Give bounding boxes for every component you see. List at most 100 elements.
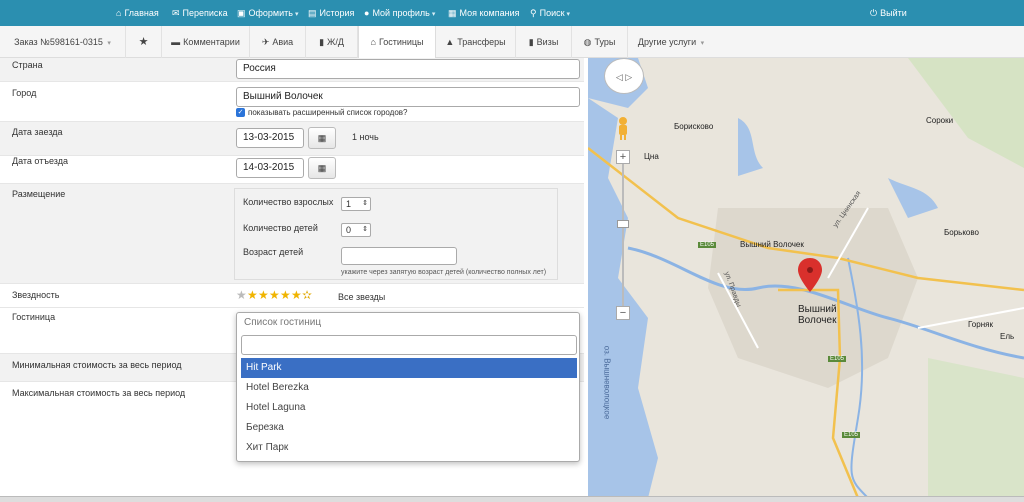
top-navbar: ⌂ Главная ✉ Переписка ▣ Оформить ▾ ▤ История …: [0, 0, 1024, 26]
country-label: Страна: [12, 60, 43, 70]
tab-visas-label: Визы: [536, 37, 559, 47]
placement-label: Размещение: [12, 189, 66, 199]
hotel-option[interactable]: Hit Park: [241, 358, 577, 378]
map-label-borkovo: Борьково: [944, 228, 979, 237]
pegman-control[interactable]: [616, 116, 630, 140]
map-label-gornyak: Горняк: [968, 320, 993, 329]
road-badge: E105: [842, 432, 861, 438]
tab-comments[interactable]: ▬ Комментарии: [162, 26, 250, 58]
hotel-select-dropdown[interactable]: Список гостиниц Hit Park Hotel Berezka H…: [236, 312, 580, 462]
stars-row: Звездность ★★★★★★✫ Все звезды: [0, 284, 584, 308]
nav-history[interactable]: ▤ История: [308, 0, 354, 26]
service-tabs: Заказ №598161-0315 ▾ ★ ▬ Комментарии ✈ Ави…: [0, 26, 1024, 59]
checkout-label: Дата отъезда: [12, 156, 68, 166]
hotel-option[interactable]: Березка: [241, 418, 577, 438]
logout-label: Выйти: [880, 8, 907, 18]
nav-search[interactable]: ⚲ Поиск ▾: [530, 0, 570, 26]
adults-value: 1: [346, 199, 352, 209]
comment-icon: ▬: [171, 37, 181, 47]
order-selector[interactable]: Заказ №598161-0315 ▾: [0, 26, 126, 58]
nav-messages-label: Переписка: [182, 8, 228, 18]
country-field[interactable]: Россия: [236, 59, 580, 79]
tab-rail[interactable]: ▮ Ж/Д: [306, 26, 358, 58]
nav-profile[interactable]: ● Мой профиль ▾: [364, 0, 435, 26]
stars-filter[interactable]: ★★★★★★✫: [236, 288, 313, 302]
tab-avia[interactable]: ✈ Авиа: [250, 26, 306, 58]
calendar-icon: ▦: [317, 133, 327, 143]
extended-cities-label: показывать расширенный список городов?: [248, 108, 408, 117]
city-label: Город: [12, 88, 37, 98]
home-icon: ⌂: [370, 37, 376, 47]
nav-home-label: Главная: [124, 8, 159, 18]
checkin-calendar-button[interactable]: ▦: [308, 127, 336, 149]
nav-search-label: Поиск: [539, 8, 565, 18]
hotel-option[interactable]: Hotel Berezka: [241, 378, 577, 398]
star-icon[interactable]: ★: [269, 288, 280, 302]
map-label-tsna: Цна: [644, 152, 659, 161]
chevron-down-icon: ▾: [700, 40, 705, 47]
home-icon: ⌂: [116, 8, 122, 18]
zoom-out-button[interactable]: −: [616, 306, 630, 320]
logout-link[interactable]: ⏻ Выйти: [870, 0, 907, 26]
zoom-in-button[interactable]: +: [616, 150, 630, 164]
pan-control[interactable]: ◁ ▷: [604, 58, 644, 94]
tab-other-services[interactable]: Другие услуги ▾: [628, 26, 714, 58]
stars-label: Звездность: [12, 290, 60, 300]
nav-messages[interactable]: ✉ Переписка: [172, 0, 228, 26]
checkin-date-input[interactable]: 13-03-2015: [236, 128, 304, 148]
checkout-date-input[interactable]: 14-03-2015: [236, 158, 304, 178]
nav-home[interactable]: ⌂ Главная: [116, 0, 159, 26]
city-row: Город Вышний Волочек ✓ показывать расшир…: [0, 82, 584, 122]
children-ages-input[interactable]: [341, 247, 457, 265]
checkout-calendar-button[interactable]: ▦: [308, 157, 336, 179]
water-shape: [738, 118, 763, 176]
map-view[interactable]: Борисково Цна Вышний Волочек Вышний Воло…: [588, 58, 1024, 498]
zoom-slider-handle[interactable]: [617, 220, 629, 228]
extended-cities-checkbox[interactable]: ✓: [236, 108, 245, 117]
adults-select[interactable]: 1 ⇕: [341, 197, 371, 211]
bottom-scrollbar[interactable]: [0, 496, 1024, 502]
hotel-search-input[interactable]: [241, 335, 577, 355]
tab-rail-label: Ж/Д: [327, 37, 344, 47]
pan-arrows-icon: ◁ ▷: [615, 72, 633, 82]
adults-label: Количество взрослых: [243, 197, 334, 207]
hotel-option[interactable]: Хит Парк: [241, 438, 577, 458]
nav-order[interactable]: ▣ Оформить ▾: [237, 0, 298, 26]
star-icon[interactable]: ★: [247, 288, 258, 302]
map-label-town-center: Вышний Волочек: [798, 304, 837, 326]
cart-icon: ▣: [237, 8, 246, 18]
tab-hotels[interactable]: ⌂ Гостиницы: [358, 26, 436, 59]
tab-visas[interactable]: ▮ Визы: [516, 26, 572, 58]
forest-area: [908, 58, 1024, 168]
chevron-down-icon: ▾: [294, 11, 299, 18]
bookmark-icon: ▮: [319, 37, 325, 47]
checkout-row: Дата отъезда 14-03-2015 ▦: [0, 156, 584, 184]
favorite-button[interactable]: ★: [126, 26, 162, 58]
hotel-option[interactable]: Hotel Laguna: [241, 398, 577, 418]
chevron-down-icon: ▾: [431, 11, 436, 18]
children-select[interactable]: 0 ⇕: [341, 223, 371, 237]
calendar-icon: ▦: [317, 163, 327, 173]
nav-company[interactable]: ▦ Моя компания: [448, 0, 519, 26]
road-badge: E105: [698, 242, 717, 248]
chevron-down-icon: ▾: [566, 11, 571, 18]
book-icon: ▮: [528, 37, 534, 47]
children-label: Количество детей: [243, 223, 318, 233]
updown-icon: ⇕: [362, 200, 368, 207]
tab-tours[interactable]: ◍ Туры: [572, 26, 628, 58]
globe-icon: ◍: [583, 37, 592, 47]
tab-hotels-label: Гостиницы: [378, 37, 424, 47]
children-value: 0: [346, 225, 352, 235]
marker-dot: [807, 267, 813, 273]
placement-row: Размещение Количество взрослых 1 ⇕ Количе…: [0, 184, 584, 284]
tab-transfers[interactable]: ▲ Трансферы: [436, 26, 516, 58]
star-icon[interactable]: ★: [291, 288, 302, 302]
star-icon[interactable]: ✫: [302, 288, 313, 302]
star-icon[interactable]: ★: [236, 288, 247, 302]
star-icon[interactable]: ★: [280, 288, 291, 302]
city-field[interactable]: Вышний Волочек: [236, 87, 580, 107]
zoom-slider-track[interactable]: [622, 164, 624, 306]
star-icon[interactable]: ★: [258, 288, 269, 302]
tab-tours-label: Туры: [594, 37, 616, 47]
tab-comments-label: Комментарии: [183, 37, 240, 47]
